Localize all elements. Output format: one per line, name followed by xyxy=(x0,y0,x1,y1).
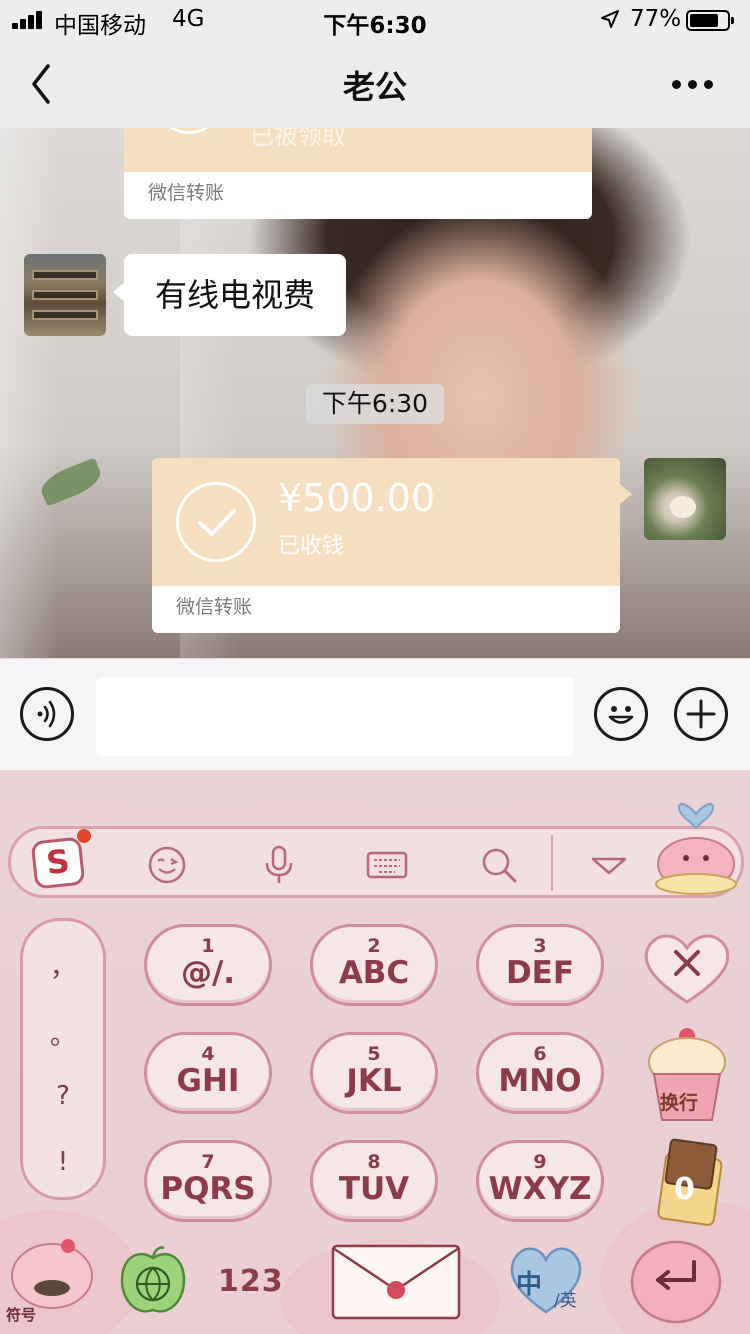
key-1[interactable]: 1 @/. xyxy=(144,924,272,1006)
chat-title: 老公 xyxy=(342,68,407,106)
transfer-card-previous[interactable]: 已被领取 微信转账 xyxy=(124,128,592,219)
my-avatar[interactable] xyxy=(644,458,726,540)
plus-icon[interactable] xyxy=(674,687,728,741)
transfer-card[interactable]: ¥500.00 已收钱 微信转账 xyxy=(152,458,620,633)
keyboard-icon[interactable] xyxy=(365,843,409,887)
key-5[interactable]: 5 JKL xyxy=(310,1032,438,1114)
newline-key-label: 换行 xyxy=(660,1092,699,1114)
key-9[interactable]: 9 WXYZ xyxy=(476,1140,604,1222)
transfer-status: 已被领取 xyxy=(250,128,346,150)
punct-period-key[interactable]: 。 xyxy=(23,1015,103,1052)
microphone-icon[interactable] xyxy=(257,843,301,887)
punct-question-key[interactable]: ? xyxy=(23,1081,103,1111)
keyboard-toolbar: S xyxy=(8,826,744,898)
message-bubble[interactable]: 有线电视费 xyxy=(113,254,346,336)
envelope-space-icon[interactable] xyxy=(330,1238,462,1322)
time-divider: 下午6:30 xyxy=(306,384,444,424)
check-circle-icon xyxy=(154,128,224,134)
input-bar xyxy=(0,658,750,770)
transfer-amount: ¥500.00 xyxy=(278,476,436,520)
battery-percent: 77% xyxy=(630,6,682,32)
search-icon[interactable] xyxy=(477,843,521,887)
transfer-label: 微信转账 xyxy=(148,182,225,204)
key-7[interactable]: 7 PQRS xyxy=(144,1140,272,1222)
key-3[interactable]: 3 DEF xyxy=(476,924,604,1006)
message-input[interactable] xyxy=(96,677,574,756)
mascot-decor-icon xyxy=(655,803,737,895)
enter-return-icon[interactable] xyxy=(628,1232,724,1326)
more-dots-icon[interactable] xyxy=(672,80,716,90)
curtain-decor xyxy=(0,128,60,658)
key-2[interactable]: 2 ABC xyxy=(310,924,438,1006)
emoji-icon[interactable] xyxy=(594,687,648,741)
zero-key-label: 0 xyxy=(674,1172,695,1207)
check-circle-icon xyxy=(176,482,256,562)
key-8[interactable]: 8 TUV xyxy=(310,1140,438,1222)
delete-x-icon[interactable] xyxy=(640,926,734,1008)
punct-exclaim-key[interactable]: ! xyxy=(23,1147,103,1177)
punctuation-column: ， 。 ? ! xyxy=(20,918,106,1200)
bubble-tail xyxy=(620,484,632,504)
transfer-label: 微信转账 xyxy=(176,596,253,618)
collapse-triangle-icon[interactable] xyxy=(587,843,631,887)
status-bar: 中国移动 4G 下午6:30 77% xyxy=(0,0,750,40)
symbol-key-label[interactable]: 符号 xyxy=(6,1304,36,1325)
nav-bar: 老公 xyxy=(0,40,750,128)
language-key-sub: /英 xyxy=(554,1291,577,1311)
symbol-mascot-icon[interactable] xyxy=(8,1230,96,1310)
transfer-status: 已收钱 xyxy=(278,534,345,559)
notification-dot xyxy=(77,829,91,843)
sogou-logo-icon[interactable]: S xyxy=(30,836,86,890)
wink-emoji-icon[interactable] xyxy=(145,843,189,887)
contact-avatar[interactable] xyxy=(24,254,106,336)
punct-comma-key[interactable]: ， xyxy=(23,947,103,984)
location-arrow-icon xyxy=(601,10,619,28)
key-6[interactable]: 6 MNO xyxy=(476,1032,604,1114)
battery-icon xyxy=(686,10,734,31)
chat-background[interactable]: 已被领取 微信转账 有线电视费 下午6:30 ¥500.00 已收钱 微信转账 xyxy=(0,128,750,658)
voice-icon[interactable] xyxy=(20,687,74,741)
language-key-label: 中 xyxy=(516,1270,543,1300)
globe-apple-icon[interactable] xyxy=(116,1244,190,1318)
number-key-label[interactable]: 123 xyxy=(218,1264,284,1299)
ime-keyboard: S ， 。 ? ! 1 @/. 2 ABC 3 DEF 4 GHI 5 JKL … xyxy=(0,770,750,1334)
key-4[interactable]: 4 GHI xyxy=(144,1032,272,1114)
